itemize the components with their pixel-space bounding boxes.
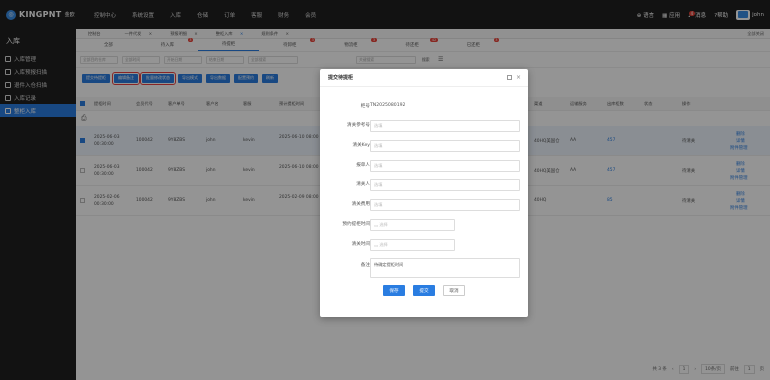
field-label: 备注 xyxy=(360,263,370,268)
remark-textarea[interactable]: 待确定提柜时间 xyxy=(370,258,520,278)
submit-pickup-dialog: 提交待提柜 × 柜号 TN2025080192 清关参考号 选填 清关Key 选… xyxy=(320,69,528,317)
declarant-input[interactable]: 选填 xyxy=(370,160,520,172)
form-row: 清关时间 ▭ 选择 xyxy=(320,239,528,251)
pickup-time-picker[interactable]: ▭ 选择 xyxy=(370,219,455,231)
calendar-icon: ▭ xyxy=(374,222,378,228)
submit-button[interactable]: 提交 xyxy=(413,285,435,296)
field-label: 清关参考号 xyxy=(347,123,370,128)
form-row: 清关费用 选填 xyxy=(320,199,528,211)
customs-time-placeholder: 选择 xyxy=(379,242,388,247)
field-label: 报单人 xyxy=(356,163,370,168)
cancel-button[interactable]: 取消 xyxy=(443,285,465,296)
maximize-icon[interactable] xyxy=(506,75,512,80)
dialog-buttons: 保存 提交 取消 xyxy=(320,285,528,296)
field-label: 预约提柜时间 xyxy=(342,222,370,227)
customs-ref-input[interactable]: 选填 xyxy=(370,120,520,132)
field-label: 柜号 xyxy=(360,104,370,109)
dialog-controls: × xyxy=(506,74,521,81)
field-label: 清关费用 xyxy=(351,202,370,207)
field-label: 清关人 xyxy=(356,182,370,187)
pickup-time-placeholder: 选择 xyxy=(379,222,388,227)
form-row: 报单人 选填 xyxy=(320,160,528,172)
save-button[interactable]: 保存 xyxy=(383,285,405,296)
field-label: 清关时间 xyxy=(351,242,370,247)
form-row: 清关参考号 选填 xyxy=(320,120,528,132)
dialog-title: 提交待提柜 xyxy=(320,69,528,87)
form-row: 清关人 选填 xyxy=(320,179,528,191)
form-row: 清关Key 选填 xyxy=(320,140,528,152)
form-row: 备注 待确定提柜时间 xyxy=(320,258,528,278)
container-number-value: TN2025080192 xyxy=(370,103,406,108)
customs-key-input[interactable]: 选填 xyxy=(370,140,520,152)
field-label: 清关Key xyxy=(352,143,370,148)
form-row: 预约提柜时间 ▭ 选择 xyxy=(320,219,528,231)
customs-time-picker[interactable]: ▭ 选择 xyxy=(370,239,455,251)
calendar-icon: ▭ xyxy=(374,242,378,248)
customs-fee-input[interactable]: 选填 xyxy=(370,199,520,211)
close-icon[interactable]: × xyxy=(516,74,521,81)
form-row: 柜号 TN2025080192 xyxy=(320,101,528,113)
customs-broker-input[interactable]: 选填 xyxy=(370,179,520,191)
